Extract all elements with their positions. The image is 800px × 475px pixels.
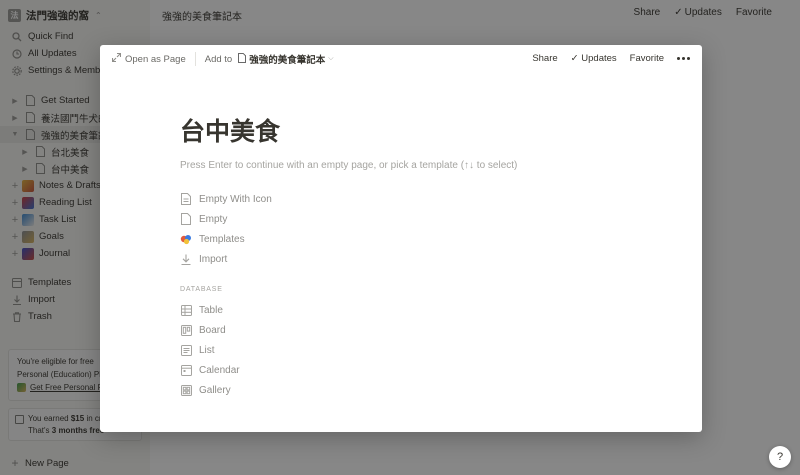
option-board[interactable]: Board	[180, 321, 380, 339]
divider	[194, 52, 196, 66]
more-options-icon[interactable]	[677, 52, 690, 64]
doc-icon	[180, 193, 192, 205]
option-empty-with-icon[interactable]: Empty With Icon	[180, 190, 380, 208]
modal-updates-button[interactable]: ✓ Updates	[571, 53, 617, 64]
doc-outline-icon	[180, 213, 192, 225]
database-heading: DATABASE	[180, 286, 223, 293]
add-to-target-select[interactable]: 強強的美食筆記本 ⌵	[238, 52, 334, 66]
option-table[interactable]: Table	[180, 301, 380, 319]
calendar-icon	[180, 364, 192, 376]
option-list[interactable]: List	[180, 341, 380, 359]
table-icon	[180, 304, 192, 316]
option-gallery[interactable]: Gallery	[180, 381, 380, 399]
help-button[interactable]: ?	[769, 446, 791, 468]
modal-favorite-button[interactable]: Favorite	[630, 53, 664, 64]
templates-icon	[180, 233, 192, 245]
board-icon	[180, 324, 192, 336]
add-to-label: Add to	[204, 53, 233, 65]
modal-share-button[interactable]: Share	[532, 53, 557, 64]
option-templates[interactable]: Templates	[180, 230, 380, 248]
open-as-page-button[interactable]: Open as Page	[111, 52, 186, 65]
page-peek-modal: Open as Page Add to 強強的美食筆記本 ⌵ Share ✓ U…	[100, 45, 702, 432]
option-calendar[interactable]: Calendar	[180, 361, 380, 379]
option-import[interactable]: Import	[180, 250, 380, 268]
expand-icon	[111, 52, 122, 65]
gallery-icon	[180, 384, 192, 396]
template-hint: Press Enter to continue with an empty pa…	[180, 160, 518, 171]
page-title[interactable]: 台中美食	[180, 112, 280, 148]
import-icon	[180, 253, 192, 265]
chevron-down-icon: ⌵	[328, 55, 334, 62]
modal-header: Open as Page Add to 強強的美食筆記本 ⌵ Share ✓ U…	[100, 45, 702, 73]
page-icon	[238, 52, 247, 66]
check-icon: ✓	[570, 52, 582, 64]
list-icon	[180, 344, 192, 356]
option-empty[interactable]: Empty	[180, 210, 380, 228]
